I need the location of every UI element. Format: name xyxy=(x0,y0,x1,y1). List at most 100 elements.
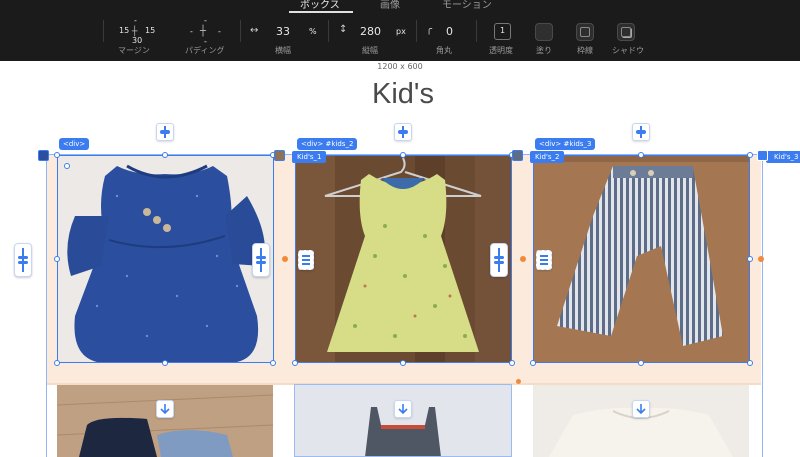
element-tag-div[interactable]: <div> xyxy=(59,138,90,150)
divider xyxy=(240,20,241,42)
opacity-input[interactable]: 1 xyxy=(494,23,511,40)
margin-bottom-value[interactable]: 30 xyxy=(132,36,142,45)
horizontal-arrows-icon: ↔ xyxy=(250,25,259,36)
resize-handle[interactable] xyxy=(509,360,515,366)
tab-motion[interactable]: モーション xyxy=(442,0,492,11)
resize-handle[interactable] xyxy=(162,360,168,366)
element-tag-kids-3[interactable]: <div> #kids_3 xyxy=(535,138,596,150)
fill-swatch[interactable] xyxy=(535,23,553,41)
width-value[interactable]: 33 xyxy=(276,25,290,38)
divider xyxy=(476,20,477,42)
row2-item-frame xyxy=(294,384,512,457)
margin-label: マージン xyxy=(118,46,150,55)
resize-handle[interactable] xyxy=(400,152,406,158)
fill-control[interactable]: 塗り xyxy=(534,14,556,58)
height-label: 縦幅 xyxy=(362,46,378,55)
spacing-handle[interactable] xyxy=(282,256,288,262)
height-unit[interactable]: px xyxy=(396,27,406,36)
margin-right-value[interactable]: 15 xyxy=(145,26,155,35)
component-thumbnail[interactable] xyxy=(38,150,49,161)
border-icon[interactable] xyxy=(576,23,594,41)
component-thumbnail[interactable] xyxy=(757,150,768,161)
resize-handle[interactable] xyxy=(54,360,60,366)
shadow-icon[interactable] xyxy=(617,23,635,41)
resize-handle[interactable] xyxy=(638,152,644,158)
resize-handle[interactable] xyxy=(747,152,753,158)
resize-handle[interactable] xyxy=(747,360,753,366)
spacing-handle[interactable] xyxy=(516,379,521,384)
product-image-cream-top[interactable] xyxy=(533,385,749,457)
tab-image[interactable]: 画像 xyxy=(380,0,400,11)
opacity-label: 透明度 xyxy=(489,46,513,55)
selection-frame-3 xyxy=(533,155,750,363)
rotate-handle[interactable] xyxy=(64,163,70,169)
divider xyxy=(328,20,329,42)
margin-top-value[interactable]: - xyxy=(134,16,137,25)
spacing-handle[interactable] xyxy=(520,256,526,262)
margin-left-value[interactable]: 15 xyxy=(119,26,129,35)
component-thumbnail[interactable] xyxy=(512,150,523,161)
spacing-handle[interactable] xyxy=(758,256,764,262)
canvas-size-label: 1200 x 600 xyxy=(377,62,423,71)
tab-box[interactable]: ボックス xyxy=(300,0,340,11)
opacity-control[interactable]: 1 透明度 xyxy=(489,14,519,58)
shadow-control[interactable]: シャドウ xyxy=(612,14,648,58)
padding-drag-handle[interactable] xyxy=(298,250,314,270)
tab-bar: ボックス 画像 モーション xyxy=(0,0,800,11)
radius-label: 角丸 xyxy=(436,46,452,55)
radius-value[interactable]: 0 xyxy=(446,25,453,38)
height-control[interactable]: ↕ 280 px 縦幅 xyxy=(336,14,416,58)
border-control[interactable]: 枠線 xyxy=(575,14,597,58)
crosshair-icon: ┼ xyxy=(200,26,207,37)
resize-handle[interactable] xyxy=(270,360,276,366)
resize-handle[interactable] xyxy=(400,360,406,366)
padding-top-value[interactable]: - xyxy=(204,16,207,25)
border-label: 枠線 xyxy=(577,46,593,55)
height-value[interactable]: 280 xyxy=(360,25,381,38)
arrow-down-icon[interactable] xyxy=(156,400,174,418)
vertical-spacing-icon[interactable] xyxy=(394,123,412,141)
fill-label: 塗り xyxy=(536,46,552,55)
resize-handle[interactable] xyxy=(292,360,298,366)
margin-drag-handle[interactable] xyxy=(490,243,508,277)
element-tag-kids-2[interactable]: <div> #kids_2 xyxy=(297,138,358,150)
padding-drag-handle[interactable] xyxy=(536,250,552,270)
resize-handle[interactable] xyxy=(54,256,60,262)
product-image-navy-shorts[interactable] xyxy=(57,385,273,457)
padding-control[interactable]: - - ┼ - - パディング xyxy=(185,14,235,58)
cream-top-image xyxy=(533,385,749,457)
navy-shorts-image xyxy=(57,385,273,457)
divider xyxy=(103,20,104,42)
active-tab-indicator xyxy=(289,11,353,13)
resize-handle[interactable] xyxy=(638,360,644,366)
selection-frame-2 xyxy=(295,155,512,363)
component-thumbnail[interactable] xyxy=(274,150,285,161)
section-title[interactable]: Kid's xyxy=(0,78,800,111)
divider xyxy=(416,20,417,42)
editor-canvas[interactable]: 1200 x 600 Kid's <div> <div> #kids_2 <di… xyxy=(0,61,800,457)
margin-drag-handle[interactable] xyxy=(252,243,270,277)
padding-right-value[interactable]: - xyxy=(218,27,221,36)
resize-handle[interactable] xyxy=(530,360,536,366)
component-tag-kids-3[interactable]: Kid's_3 xyxy=(766,151,800,163)
radius-control[interactable]: ╭ 0 角丸 xyxy=(424,14,474,58)
width-control[interactable]: ↔ 33 % 横幅 xyxy=(246,14,326,58)
guide-line xyxy=(762,153,763,457)
width-label: 横幅 xyxy=(275,46,291,55)
resize-handle[interactable] xyxy=(162,152,168,158)
arrow-down-icon[interactable] xyxy=(632,400,650,418)
component-tag-kids-2[interactable]: Kid's_2 xyxy=(530,151,564,163)
resize-handle[interactable] xyxy=(54,152,60,158)
resize-handle[interactable] xyxy=(747,256,753,262)
margin-drag-handle[interactable] xyxy=(14,243,32,277)
arrow-down-icon[interactable] xyxy=(394,400,412,418)
padding-left-value[interactable]: - xyxy=(190,27,193,36)
properties-toolbar: ボックス 画像 モーション - 15 ┼ 15 30 マージン - - ┼ - … xyxy=(0,0,800,61)
component-tag-kids-1[interactable]: Kid's_1 xyxy=(292,151,326,163)
padding-label: パディング xyxy=(185,46,225,55)
vertical-spacing-icon[interactable] xyxy=(156,123,174,141)
width-unit[interactable]: % xyxy=(309,27,317,36)
corner-radius-icon: ╭ xyxy=(426,24,433,35)
vertical-spacing-icon[interactable] xyxy=(632,123,650,141)
margin-control[interactable]: - 15 ┼ 15 30 マージン xyxy=(110,14,165,58)
